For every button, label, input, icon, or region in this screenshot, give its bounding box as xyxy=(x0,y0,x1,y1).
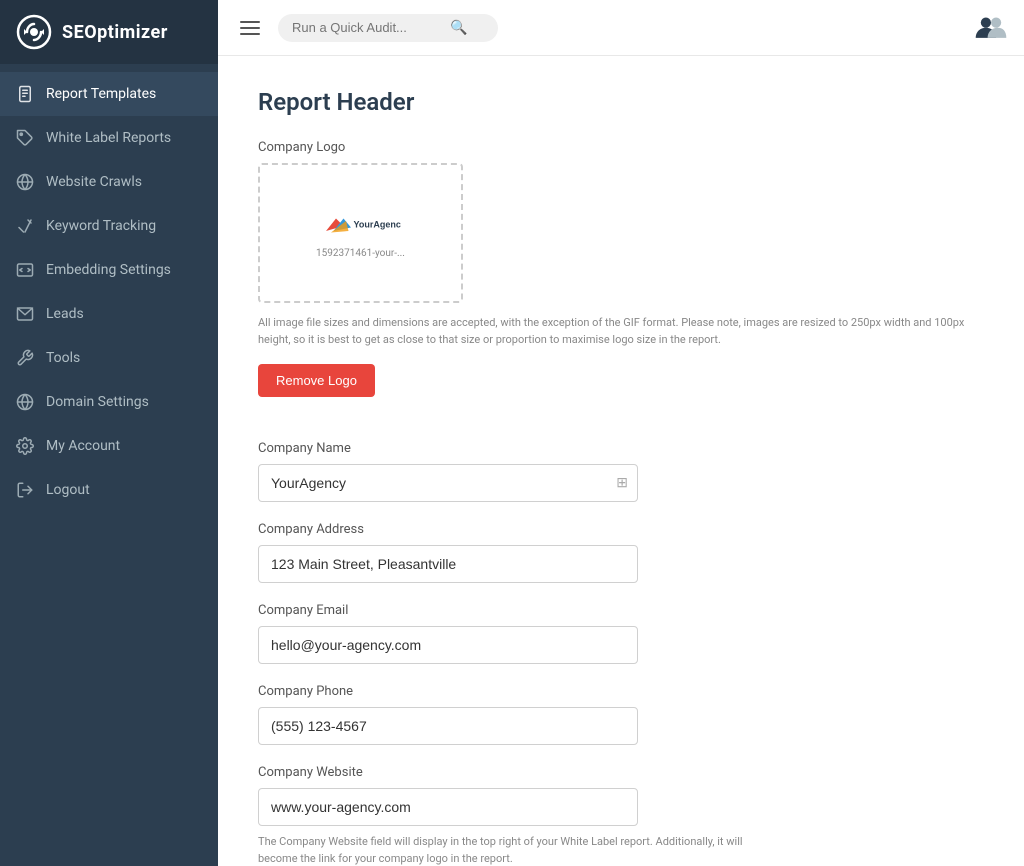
sidebar-item-white-label-reports[interactable]: White Label Reports xyxy=(0,116,218,160)
svg-text:YourAgency: YourAgency xyxy=(353,219,401,229)
company-logo-label: Company Logo xyxy=(258,140,984,155)
company-logo-section: Company Logo YourAgency 1592371461-your- xyxy=(258,140,984,421)
topbar-right xyxy=(974,9,1008,47)
sidebar-item-my-account[interactable]: My Account xyxy=(0,424,218,468)
wrench-icon xyxy=(16,349,34,367)
sidebar-nav: Report Templates White Label Reports Web… xyxy=(0,64,218,866)
company-name-field-wrapper: ⊞ xyxy=(258,464,638,502)
sidebar-item-leads[interactable]: Leads xyxy=(0,292,218,336)
sidebar-item-embedding-settings[interactable]: Embedding Settings xyxy=(0,248,218,292)
sidebar-item-keyword-tracking[interactable]: Keyword Tracking xyxy=(0,204,218,248)
content-area: Report Header Company Logo YourAgency xyxy=(218,56,1024,866)
sidebar-item-label: Report Templates xyxy=(46,86,156,102)
company-address-section: Company Address xyxy=(258,522,984,583)
pencil-icon xyxy=(16,217,34,235)
sidebar-item-label: Tools xyxy=(46,350,80,366)
company-address-input[interactable] xyxy=(258,545,638,583)
sidebar-item-label: Website Crawls xyxy=(46,174,142,190)
topbar: 🔍 xyxy=(218,0,1024,56)
company-phone-label: Company Phone xyxy=(258,684,984,699)
logo-upload-area[interactable]: YourAgency 1592371461-your-... xyxy=(258,163,463,303)
logout-icon xyxy=(16,481,34,499)
hamburger-line xyxy=(240,33,260,35)
search-icon: 🔍 xyxy=(450,20,467,36)
embed-icon xyxy=(16,261,34,279)
gear-icon xyxy=(16,437,34,455)
page-title: Report Header xyxy=(258,88,984,116)
logo-filename: 1592371461-your-... xyxy=(316,248,405,259)
sidebar-item-website-crawls[interactable]: Website Crawls xyxy=(0,160,218,204)
company-name-input[interactable] xyxy=(258,464,638,502)
company-phone-section: Company Phone xyxy=(258,684,984,745)
company-website-input[interactable] xyxy=(258,788,638,826)
logo-preview: YourAgency 1592371461-your-... xyxy=(316,208,405,259)
company-email-section: Company Email xyxy=(258,603,984,664)
user-icon[interactable] xyxy=(974,9,1008,43)
app-name: SEOptimizer xyxy=(62,22,168,43)
sidebar-item-tools[interactable]: Tools xyxy=(0,336,218,380)
company-email-input[interactable] xyxy=(258,626,638,664)
company-name-section: Company Name ⊞ xyxy=(258,441,984,502)
sidebar-item-domain-settings[interactable]: Domain Settings xyxy=(0,380,218,424)
remove-logo-button[interactable]: Remove Logo xyxy=(258,364,375,397)
company-website-hint: The Company Website field will display i… xyxy=(258,834,778,866)
sidebar: SEOptimizer Report Templates White Label… xyxy=(0,0,218,866)
globe2-icon xyxy=(16,393,34,411)
input-icon: ⊞ xyxy=(616,475,628,491)
sidebar-item-label: Domain Settings xyxy=(46,394,149,410)
company-name-label: Company Name xyxy=(258,441,984,456)
main-area: 🔍 Report Header Company Logo xyxy=(218,0,1024,866)
sidebar-item-logout[interactable]: Logout xyxy=(0,468,218,512)
hamburger-button[interactable] xyxy=(234,15,266,41)
hamburger-line xyxy=(240,27,260,29)
form-section: Report Header Company Logo YourAgency xyxy=(258,88,984,866)
sidebar-item-label: White Label Reports xyxy=(46,130,171,146)
sidebar-item-label: Leads xyxy=(46,306,84,322)
sidebar-logo: SEOptimizer xyxy=(0,0,218,64)
sidebar-item-label: Keyword Tracking xyxy=(46,218,156,234)
hamburger-line xyxy=(240,21,260,23)
sidebar-item-label: Embedding Settings xyxy=(46,262,171,278)
company-address-label: Company Address xyxy=(258,522,984,537)
logo-hint: All image file sizes and dimensions are … xyxy=(258,315,984,348)
agency-logo-svg: YourAgency xyxy=(321,208,401,244)
file-icon xyxy=(16,85,34,103)
seoptimizer-logo-icon xyxy=(16,14,52,50)
company-website-label: Company Website xyxy=(258,765,984,780)
search-input[interactable] xyxy=(292,20,442,35)
tag-icon xyxy=(16,129,34,147)
sidebar-item-report-templates[interactable]: Report Templates xyxy=(0,72,218,116)
globe-icon xyxy=(16,173,34,191)
company-website-section: Company Website The Company Website fiel… xyxy=(258,765,984,866)
search-bar: 🔍 xyxy=(278,14,498,42)
company-email-label: Company Email xyxy=(258,603,984,618)
mail-icon xyxy=(16,305,34,323)
company-phone-input[interactable] xyxy=(258,707,638,745)
sidebar-item-label: Logout xyxy=(46,482,90,498)
sidebar-item-label: My Account xyxy=(46,438,120,454)
